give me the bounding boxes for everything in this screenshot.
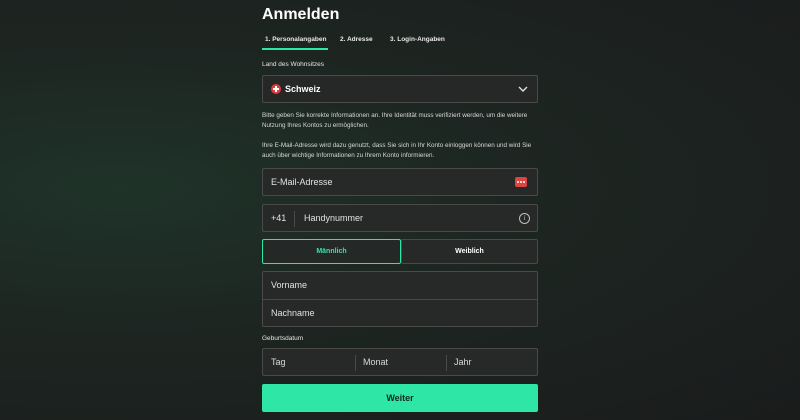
email-field[interactable]: E-Mail-Adresse [262, 168, 538, 196]
gender-male-button[interactable]: Männlich [262, 239, 401, 264]
phone-field[interactable]: +41 Handynummer i [262, 204, 538, 232]
last-name-input[interactable]: Nachname [271, 308, 315, 318]
tab-login-info[interactable]: 3. Login-Angaben [390, 36, 445, 43]
page-title: Anmelden [262, 6, 340, 23]
first-name-input[interactable]: Vorname [271, 280, 307, 290]
country-value: Schweiz [285, 84, 321, 94]
gender-toggle: Männlich Weiblich [262, 239, 538, 264]
dob-divider-1 [355, 355, 356, 371]
country-label: Land des Wohnsitzes [262, 61, 325, 68]
step-tabs: 1. Personalangaben 2. Adresse 3. Login-A… [262, 30, 538, 50]
continue-button[interactable]: Weiter [262, 384, 538, 412]
name-divider [263, 299, 537, 300]
birth-month-input[interactable]: Monat [363, 357, 388, 367]
country-select[interactable]: Schweiz [262, 75, 538, 103]
identity-info-text: Bitte geben Sie korrekte Informationen a… [262, 112, 528, 129]
birthdate-label: Geburtsdatum [262, 335, 304, 342]
phone-prefix[interactable]: +41 [271, 213, 286, 223]
phone-divider [294, 211, 295, 227]
name-fields: Vorname Nachname [262, 271, 538, 327]
birthdate-field: Tag Monat Jahr [262, 348, 538, 376]
gender-female-button[interactable]: Weiblich [401, 239, 538, 264]
birth-day-input[interactable]: Tag [271, 357, 286, 367]
birth-year-input[interactable]: Jahr [454, 357, 472, 367]
dob-divider-2 [446, 355, 447, 371]
tab-personal-info[interactable]: 1. Personalangaben [265, 36, 326, 43]
chevron-down-icon [518, 86, 528, 92]
email-placeholder: E-Mail-Adresse [271, 177, 333, 187]
tab-address[interactable]: 2. Adresse [340, 36, 373, 43]
phone-placeholder: Handynummer [304, 213, 364, 223]
info-icon[interactable]: i [519, 213, 530, 224]
email-info-text: Ihre E-Mail-Adresse wird dazu genutzt, d… [262, 142, 532, 159]
password-manager-icon[interactable] [515, 177, 527, 187]
swiss-flag-icon [271, 84, 281, 94]
active-step-indicator [262, 48, 328, 50]
